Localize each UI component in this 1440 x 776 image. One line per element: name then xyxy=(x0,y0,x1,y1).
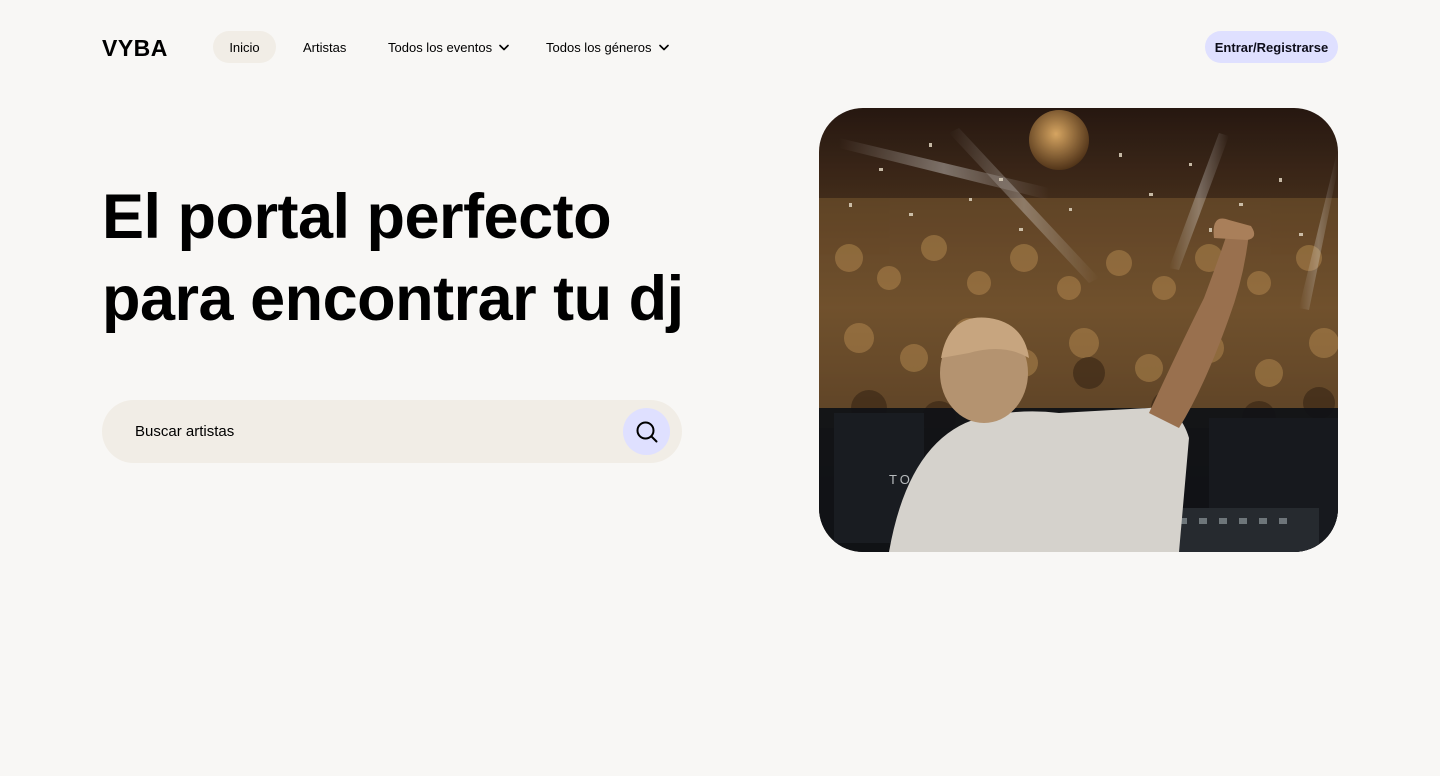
chevron-down-icon xyxy=(499,44,509,51)
hero-title: El portal perfecto para encontrar tu dj xyxy=(102,176,742,340)
search-input[interactable] xyxy=(135,400,615,463)
nav-item-artistas-label: Artistas xyxy=(303,39,347,55)
logo[interactable]: VYBA xyxy=(102,34,168,62)
hero-dj-photo: TO xyxy=(819,108,1338,552)
nav-item-inicio-label: Inicio xyxy=(229,39,260,55)
nav-item-eventos-dropdown[interactable]: Todos los eventos xyxy=(388,31,509,63)
main-nav: Inicio Artistas Todos los eventos Todos … xyxy=(213,31,669,63)
nav-item-artistas[interactable]: Artistas xyxy=(303,31,346,63)
hero-title-line-1: El portal perfecto xyxy=(102,182,612,252)
nav-item-generos-dropdown[interactable]: Todos los géneros xyxy=(546,31,669,63)
nav-item-eventos-label: Todos los eventos xyxy=(388,39,493,55)
search-icon xyxy=(636,421,658,443)
hero-title-line-2: para encontrar tu dj xyxy=(102,264,684,334)
login-register-button[interactable]: Entrar/Registrarse xyxy=(1205,31,1338,63)
nav-item-inicio[interactable]: Inicio xyxy=(213,31,276,63)
search-bar xyxy=(102,400,682,463)
page: VYBA Inicio Artistas Todos los eventos T… xyxy=(0,0,1440,776)
chevron-down-icon xyxy=(658,44,669,51)
nav-item-generos-label: Todos los géneros xyxy=(546,39,652,55)
search-button[interactable] xyxy=(623,408,670,455)
